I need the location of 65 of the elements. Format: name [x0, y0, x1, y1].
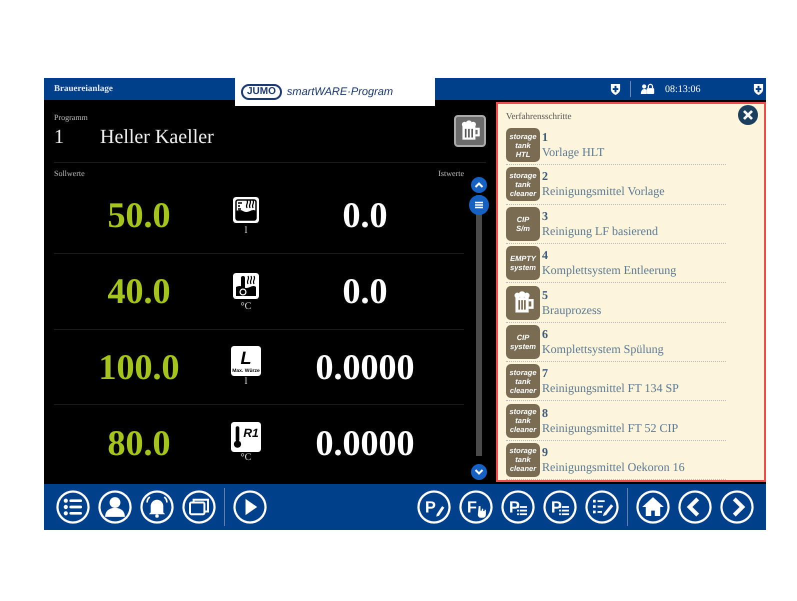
setpoint-value[interactable]: 80.0	[54, 422, 224, 464]
step-number: 2	[542, 169, 549, 184]
scroll-thumb[interactable]	[469, 195, 489, 215]
logo: JUMO smartWARE·Program	[235, 78, 435, 106]
bell-icon[interactable]	[139, 489, 175, 525]
list-pencil-icon[interactable]	[584, 489, 620, 525]
letter-list-icon[interactable]: P	[542, 489, 578, 525]
letter-list-icon[interactable]: P	[500, 489, 536, 525]
setpoint-label: Sollwerte	[54, 169, 85, 178]
step-number: 8	[542, 406, 549, 420]
step-number: 1	[542, 130, 549, 144]
step-number: 5	[542, 288, 549, 302]
actual-value: 0.0	[342, 270, 388, 312]
step-name: Reinigungsmittel FT 134 SP	[542, 380, 679, 396]
actual-value: 0.0	[342, 194, 388, 236]
list-icon[interactable]	[55, 489, 91, 525]
close-icon[interactable]	[738, 104, 758, 125]
step-name: Komplettsystem Entleerung	[542, 262, 676, 278]
forward-icon[interactable]	[719, 489, 755, 525]
lock-icon[interactable]	[640, 83, 655, 95]
step-name: Reinigungsmittel Oekoron 16	[542, 458, 685, 475]
step-name: Reinigungsmittel Vorlage	[542, 183, 665, 200]
setpoint-value[interactable]: 40.0	[54, 270, 224, 312]
letter-pencil-icon[interactable]: P	[416, 489, 452, 525]
shield-icon[interactable]	[610, 82, 621, 96]
actual-value: 0.0000	[314, 346, 416, 388]
beer-mug-button[interactable]	[454, 115, 486, 147]
windows-icon[interactable]	[181, 489, 217, 525]
step-name: Reinigungsmittel FT 52 CIP	[542, 420, 678, 436]
window-title: Brauereianlage	[53, 82, 114, 93]
sensor-icon	[231, 270, 261, 301]
unit-label: °C	[240, 452, 252, 464]
actual-label: Istwerte	[438, 169, 464, 178]
program-name: Heller Kaeller	[100, 126, 214, 149]
step-number: 3	[542, 208, 549, 223]
beer-mug-icon	[506, 286, 540, 320]
back-icon[interactable]	[677, 489, 713, 525]
step-number: 7	[542, 366, 549, 380]
sensor-icon: R1	[231, 422, 261, 452]
clock-time: 08:13:06	[665, 84, 701, 94]
unit-label: l	[244, 376, 248, 388]
steps-title: Verfahrensschritte	[506, 110, 572, 121]
home-icon[interactable]	[635, 489, 671, 525]
letter-hand-icon[interactable]: F	[458, 489, 494, 525]
step-name: Reinigung LF basierend	[542, 222, 658, 239]
step-number: 6	[542, 326, 549, 341]
scroll-up-icon[interactable]	[471, 177, 487, 193]
program-label: Programm	[54, 113, 89, 122]
shield-icon[interactable]	[752, 82, 764, 96]
sensor-icon	[231, 194, 261, 225]
scroll-down-icon[interactable]	[471, 464, 487, 480]
step-number: 4	[542, 248, 549, 262]
step-item[interactable]: 5 Brauprozess	[506, 283, 726, 323]
play-icon[interactable]	[232, 489, 268, 525]
unit-label: °C	[240, 300, 252, 312]
unit-label: l	[244, 224, 248, 236]
user-icon[interactable]	[97, 489, 133, 525]
step-name: Brauprozess	[542, 302, 602, 318]
setpoint-value[interactable]: 50.0	[54, 194, 224, 236]
step-number: 9	[542, 444, 549, 459]
setpoint-value[interactable]: 100.0	[54, 346, 224, 388]
step-name: Komplettsystem Spülung	[542, 340, 664, 357]
step-name: Vorlage HLT	[542, 144, 604, 160]
program-number: 1	[54, 126, 65, 149]
actual-value: 0.0000	[314, 422, 416, 464]
